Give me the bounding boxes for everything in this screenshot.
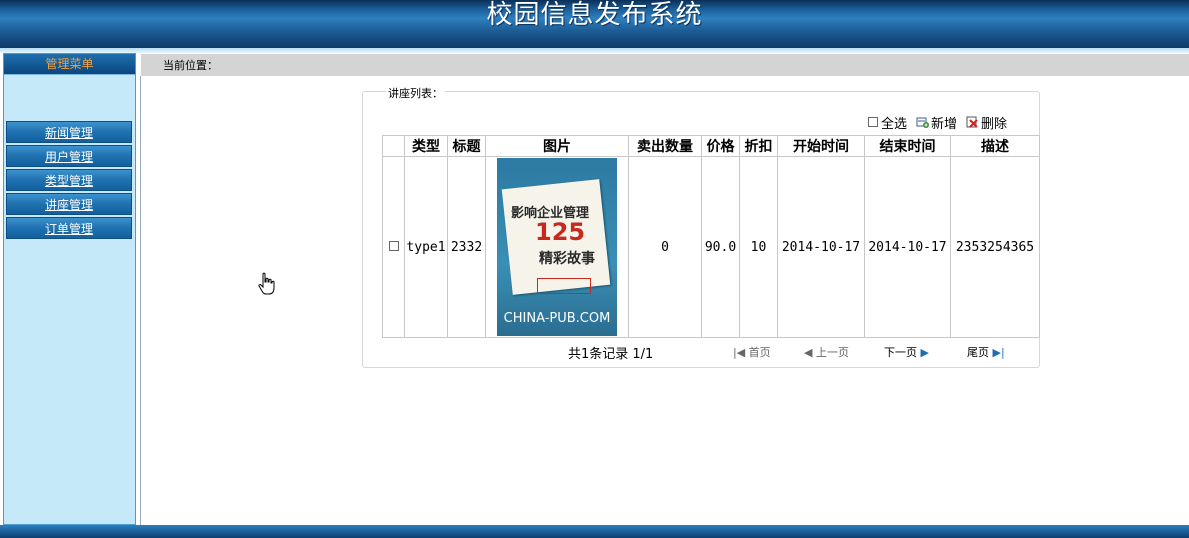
sidebar-item-news[interactable]: 新闻管理 bbox=[6, 121, 132, 143]
prev-page-icon: ◀ bbox=[804, 346, 813, 359]
cell-start-time: 2014-10-17 bbox=[777, 156, 865, 338]
sidebar-item-types[interactable]: 类型管理 bbox=[6, 169, 132, 191]
cell-sold: 0 bbox=[628, 156, 702, 338]
prev-page-link[interactable]: ◀ 上一页 bbox=[804, 344, 849, 360]
sidebar-item-orders[interactable]: 订单管理 bbox=[6, 217, 132, 239]
cover-line3: 精彩故事 bbox=[539, 251, 595, 267]
header-description: 描述 bbox=[950, 135, 1040, 157]
select-all-label: 全选 bbox=[881, 116, 908, 132]
last-page-icon: ▶| bbox=[992, 346, 1005, 359]
header-discount: 折扣 bbox=[739, 135, 778, 157]
sidebar-item-lectures[interactable]: 讲座管理 bbox=[6, 193, 132, 215]
header-sold: 卖出数量 bbox=[628, 135, 702, 157]
header-checkbox-col bbox=[382, 135, 405, 157]
cell-end-time: 2014-10-17 bbox=[864, 156, 951, 338]
header-type: 类型 bbox=[404, 135, 448, 157]
hand-cursor-icon bbox=[258, 272, 275, 295]
sidebar-menu: 新闻管理 用户管理 类型管理 讲座管理 订单管理 bbox=[6, 121, 132, 241]
cell-description: 2353254365 bbox=[950, 156, 1040, 338]
panel-legend: 讲座列表： bbox=[386, 85, 445, 101]
first-page-label: 首页 bbox=[748, 346, 771, 359]
book-cover-image: 影响企业管理 125 精彩故事 CHINA-PUB.COM bbox=[497, 158, 617, 336]
sidebar-title: 管理菜单 bbox=[4, 54, 135, 75]
lecture-table: 类型 标题 图片 卖出数量 价格 折扣 开始时间 结束时间 描述 type1 2… bbox=[382, 135, 1040, 338]
app-header: 校园信息发布系统 bbox=[0, 0, 1189, 49]
header-strip bbox=[0, 48, 1189, 53]
cell-title: 2332 bbox=[447, 156, 486, 338]
select-all-checkbox[interactable]: 全选 bbox=[868, 113, 907, 132]
delete-button[interactable]: 删除 bbox=[966, 113, 1007, 132]
table-header-row: 类型 标题 图片 卖出数量 价格 折扣 开始时间 结束时间 描述 bbox=[382, 135, 1040, 157]
add-button[interactable]: 新增 bbox=[916, 113, 957, 132]
first-page-link[interactable]: |◀ 首页 bbox=[733, 344, 771, 360]
next-page-link[interactable]: 下一页 ▶ bbox=[884, 344, 929, 360]
prev-page-label: 上一页 bbox=[815, 346, 849, 359]
sidebar-item-users[interactable]: 用户管理 bbox=[6, 145, 132, 167]
cover-frame bbox=[537, 278, 591, 294]
cell-discount: 10 bbox=[739, 156, 778, 338]
header-price: 价格 bbox=[701, 135, 740, 157]
header-title: 标题 bbox=[447, 135, 486, 157]
header-end-time: 结束时间 bbox=[864, 135, 951, 157]
add-label: 新增 bbox=[931, 116, 958, 132]
cover-brand: CHINA-PUB.COM bbox=[503, 311, 611, 326]
row-select-cell bbox=[382, 156, 405, 338]
table-row[interactable]: type1 2332 影响企业管理 125 精彩故事 CHINA-PUB.COM… bbox=[382, 156, 1040, 338]
next-page-label: 下一页 bbox=[884, 346, 917, 359]
add-record-icon bbox=[916, 117, 930, 128]
footer-bar bbox=[0, 525, 1189, 538]
cell-price: 90.0 bbox=[701, 156, 740, 338]
first-page-icon: |◀ bbox=[733, 346, 746, 359]
last-page-label: 尾页 bbox=[967, 346, 989, 359]
last-page-link[interactable]: 尾页 ▶| bbox=[967, 344, 1005, 360]
delete-label: 删除 bbox=[981, 116, 1008, 132]
pagination: 共1条记录 1/1 |◀ 首页 ◀ 上一页 下一页 ▶ 尾页 ▶| bbox=[382, 343, 1039, 363]
app-title: 校园信息发布系统 bbox=[486, 0, 703, 30]
header-image: 图片 bbox=[485, 135, 629, 157]
row-checkbox[interactable] bbox=[388, 240, 399, 251]
sidebar: 管理菜单 新闻管理 用户管理 类型管理 讲座管理 订单管理 bbox=[3, 53, 136, 525]
pagination-summary: 共1条记录 1/1 bbox=[568, 347, 654, 362]
toolbar: 全选 新增 删除 bbox=[868, 113, 1007, 132]
breadcrumb: 当前位置： bbox=[141, 54, 1189, 76]
cell-type: type1 bbox=[404, 156, 448, 338]
checkbox-icon bbox=[868, 117, 878, 127]
delete-icon bbox=[966, 116, 978, 128]
next-page-icon: ▶ bbox=[920, 346, 929, 359]
cover-line2: 125 bbox=[535, 218, 586, 246]
cell-image: 影响企业管理 125 精彩故事 CHINA-PUB.COM bbox=[485, 156, 629, 338]
header-start-time: 开始时间 bbox=[777, 135, 865, 157]
